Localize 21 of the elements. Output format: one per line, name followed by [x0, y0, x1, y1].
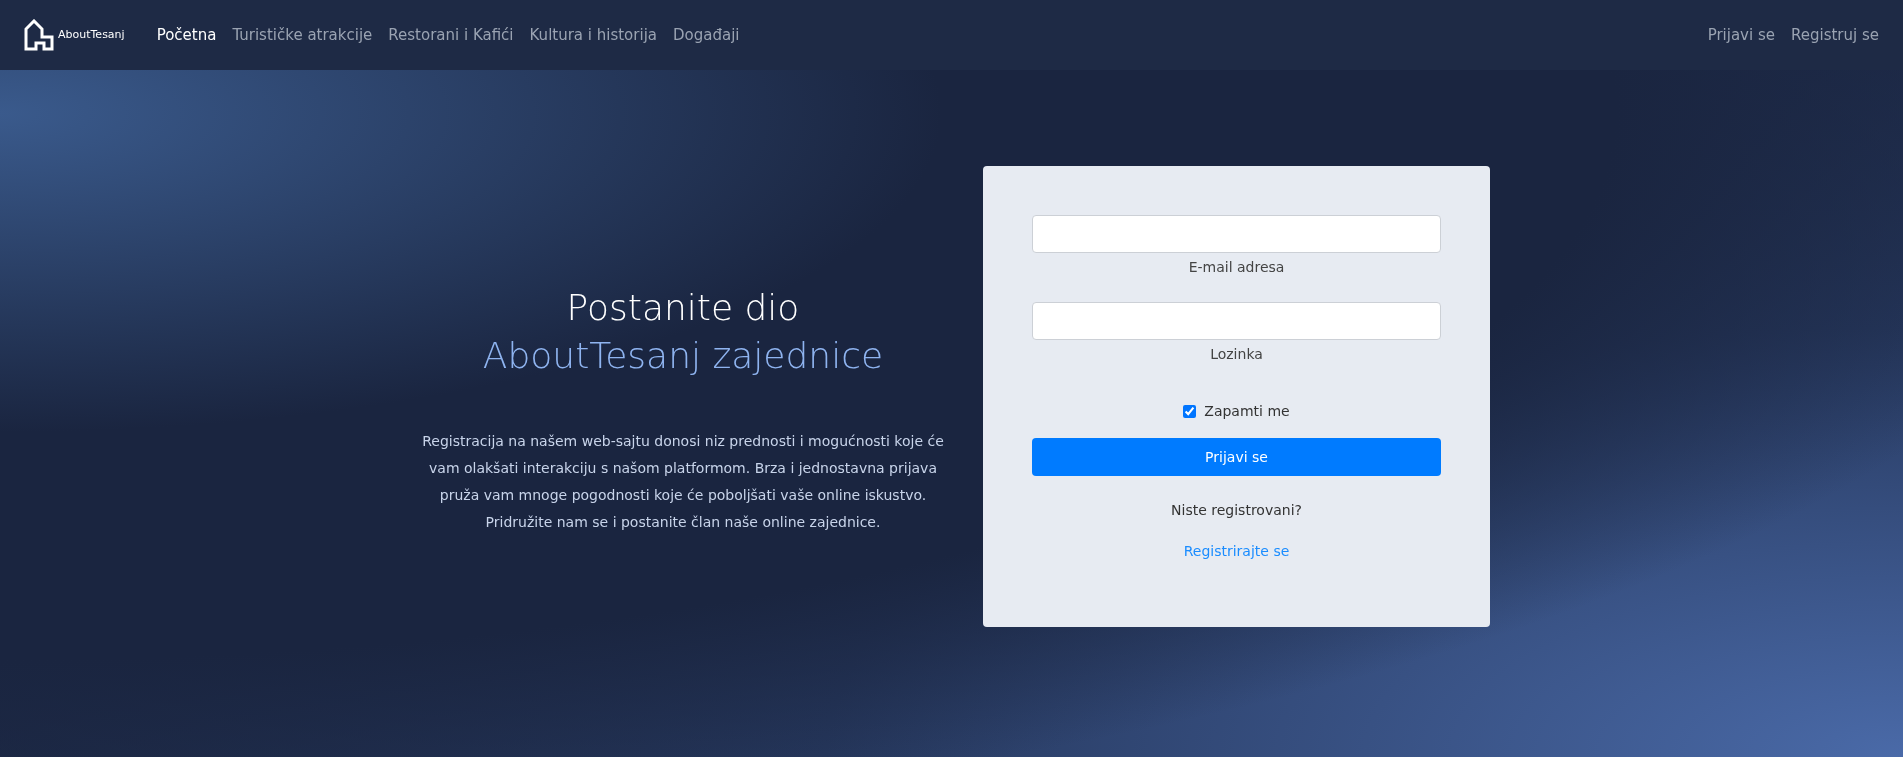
remember-checkbox[interactable] [1183, 405, 1197, 418]
text-input[interactable] [1032, 215, 1441, 253]
text-input[interactable] [1032, 302, 1441, 340]
nav-link[interactable]: Turističke atrakcije [232, 23, 373, 47]
hero-title: Postanite dio [566, 286, 800, 330]
field-label: E-mail adresa [1188, 258, 1285, 277]
login-button[interactable]: Prijavi se [1032, 438, 1441, 476]
auth-link[interactable]: Registruj se [1791, 23, 1879, 47]
brand-logo[interactable]: AboutTesanj [24, 19, 125, 51]
house-outline-icon [24, 19, 54, 51]
nav-link[interactable]: Restorani i Kafići [388, 23, 514, 47]
hero-description: Registracija na našem web-sajtu donosi niz prednosti i mogućnosti koje će vam olakšati interakciju s našom platformom. Brza i jednostavna prijava pruža vam mnoge pogodnosti koje će poboljšati vaše online iskustvo. Pridružite nam se i postanite član naše online zajednice. [421, 432, 945, 532]
field-label: Lozinka [1210, 345, 1263, 364]
register-link[interactable]: Registrirajte se [1183, 541, 1290, 562]
register-prompt: Niste registrovani? [1171, 501, 1302, 520]
checkbox-label: Zapamti me [1204, 402, 1290, 421]
hero-title-highlight: AboutTesanj zajednice [482, 334, 884, 378]
nav-link[interactable]: Kultura i historija [529, 23, 657, 47]
nav-link[interactable]: Početna [156, 23, 217, 47]
nav-link[interactable]: Događaji [673, 23, 740, 47]
auth-link[interactable]: Prijavi se [1707, 23, 1775, 47]
